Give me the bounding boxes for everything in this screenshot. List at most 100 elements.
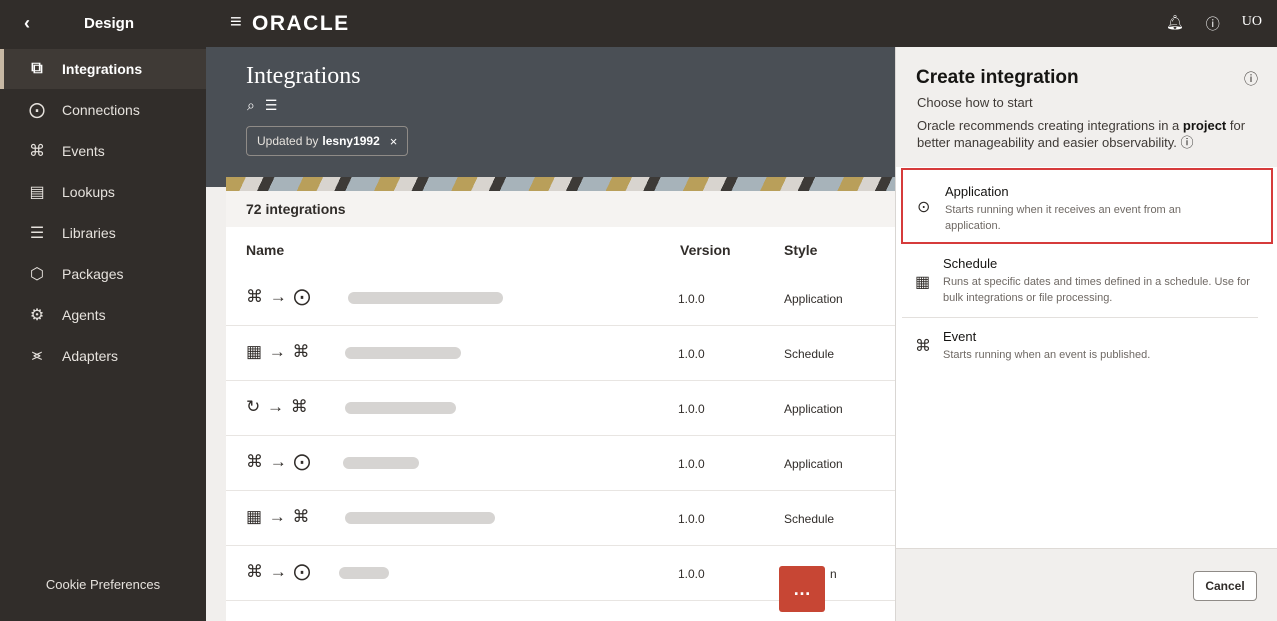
project-link[interactable]: project <box>1183 118 1226 133</box>
table-row[interactable]: ⌘ → ⨀ 1.0.0 Application <box>226 436 895 491</box>
sidebar-item-lookups[interactable]: ▤ Lookups <box>0 172 206 212</box>
connections-icon: ⨀ <box>29 102 45 119</box>
oracle-logo[interactable]: ORACLE <box>252 12 350 36</box>
hamburger-icon[interactable]: ≡ <box>230 11 242 34</box>
option-description: Starts running when it receives an event… <box>945 204 1182 232</box>
option-description: Runs at specific dates and times defined… <box>943 276 1250 304</box>
redacted-name <box>339 567 389 579</box>
sidebar-item-label: Packages <box>62 266 124 282</box>
page-header: Integrations ⌕ ☰ Updated by lesny1992 × <box>206 47 895 187</box>
event-to-app-pattern-icon: ⌘ → ⨀ <box>246 562 312 581</box>
integration-count: 72 integrations <box>226 191 895 227</box>
row-version: 1.0.0 <box>678 347 705 361</box>
app-to-event-pattern-icon: ↻ → ⌘ <box>246 397 309 416</box>
redacted-name <box>345 512 495 524</box>
sidebar-item-label: Connections <box>62 102 140 118</box>
integrations-page: Integrations ⌕ ☰ Updated by lesny1992 × … <box>206 47 895 621</box>
help-circle-icon[interactable]: ⓘ <box>1206 14 1220 34</box>
drawer-header: Create integration ⓘ Choose how to start… <box>896 47 1277 167</box>
packages-icon: ⬡ <box>30 266 44 283</box>
integrations-table: 72 integrations Name Version Style ⌘ → ⨀… <box>226 191 895 621</box>
row-style: Application <box>784 292 843 306</box>
filter-chip[interactable]: Updated by lesny1992 × <box>246 126 409 156</box>
agents-icon: ⚙ <box>29 307 45 324</box>
filter-icon[interactable]: ☰ <box>265 97 278 114</box>
application-trigger-icon: ⊙ <box>917 199 931 216</box>
sidebar-item-libraries[interactable]: ☰ Libraries <box>0 213 206 253</box>
divider <box>902 317 1258 318</box>
sidebar: ⧉ Integrations ⨀ Connections ⌘ Events ▤ … <box>0 47 206 621</box>
row-version: 1.0.0 <box>678 567 705 581</box>
filter-chip-value: lesny1992 <box>322 134 380 148</box>
chevron-left-icon[interactable]: ‹ <box>24 13 30 34</box>
row-style: n <box>830 567 837 581</box>
create-integration-drawer: Create integration ⓘ Choose how to start… <box>895 47 1277 621</box>
cookie-preferences-link[interactable]: Cookie Preferences <box>0 577 206 592</box>
help-circle-icon[interactable]: ⓘ <box>1244 69 1258 89</box>
table-row[interactable]: ▦ → ⌘ 1.0.0 Schedule <box>226 326 895 381</box>
top-right-actions: 🔔︎ ⓘ UO <box>1166 14 1262 34</box>
sidebar-item-packages[interactable]: ⬡ Packages <box>0 254 206 294</box>
row-style: Application <box>784 457 843 471</box>
table-row[interactable]: ⌘ → ⨀ 1.0.0 Application <box>226 271 895 326</box>
table-row[interactable]: ▦ → ⌘ 1.0.0 Schedule <box>226 491 895 546</box>
row-style: Application <box>784 402 843 416</box>
decorative-banner <box>226 177 895 191</box>
column-header-version[interactable]: Version <box>680 242 731 258</box>
sidebar-item-label: Libraries <box>62 225 116 241</box>
option-description: Starts running when an event is publishe… <box>943 349 1151 361</box>
redacted-name <box>343 457 419 469</box>
sidebar-item-events[interactable]: ⌘ Events <box>0 131 206 171</box>
sidebar-item-label: Lookups <box>62 184 115 200</box>
option-schedule[interactable]: ▦ Schedule Runs at specific dates and ti… <box>901 252 1273 314</box>
drawer-subtitle: Choose how to start <box>917 95 1033 110</box>
row-style: Schedule <box>784 512 835 526</box>
option-title: Schedule <box>943 256 998 271</box>
schedule-to-event-pattern-icon: ▦ → ⌘ <box>246 507 311 526</box>
option-title: Application <box>945 184 1009 199</box>
chat-assistant-button[interactable]: … <box>779 566 825 612</box>
sidebar-item-agents[interactable]: ⚙ Agents <box>0 295 206 335</box>
row-version: 1.0.0 <box>678 292 705 306</box>
column-header-name[interactable]: Name <box>246 242 284 258</box>
top-bar: ‹ Design ≡ ORACLE 🔔︎ ⓘ UO <box>0 0 1277 47</box>
integrations-icon: ⧉ <box>31 60 43 77</box>
option-event[interactable]: ⌘ Event Starts running when an event is … <box>901 323 1273 373</box>
row-version: 1.0.0 <box>678 512 705 526</box>
redacted-name <box>348 292 503 304</box>
event-icon: ⌘ <box>915 338 931 355</box>
event-to-app-pattern-icon: ⌘ → ⨀ <box>246 452 312 471</box>
search-icon[interactable]: ⌕ <box>247 97 255 114</box>
lookups-icon: ▤ <box>29 184 45 201</box>
recommendation-text: Oracle recommends creating integrations … <box>917 118 1180 133</box>
option-title: Event <box>943 329 977 344</box>
events-icon: ⌘ <box>29 143 45 160</box>
drawer-title: Create integration <box>916 67 1079 88</box>
sidebar-item-integrations[interactable]: ⧉ Integrations <box>0 49 206 89</box>
redacted-name <box>345 402 456 414</box>
filter-chip-prefix: Updated by <box>257 134 319 148</box>
sidebar-item-label: Agents <box>62 307 106 323</box>
row-version: 1.0.0 <box>678 457 705 471</box>
chat-icon: … <box>793 578 811 599</box>
help-circle-icon[interactable]: ⓘ <box>1181 135 1194 150</box>
user-avatar[interactable]: UO <box>1242 14 1262 34</box>
sidebar-item-label: Integrations <box>62 61 143 77</box>
drawer-recommendation: Oracle recommends creating integrations … <box>917 117 1262 151</box>
sidebar-item-label: Adapters <box>62 348 119 364</box>
sidebar-item-connections[interactable]: ⨀ Connections <box>0 90 206 130</box>
bell-icon[interactable]: 🔔︎ <box>1166 14 1184 34</box>
sidebar-item-adapters[interactable]: ⪤ Adapters <box>0 336 206 376</box>
page-title: Integrations <box>246 63 361 89</box>
option-application[interactable]: ⊙ Application Starts running when it rec… <box>901 168 1273 244</box>
cancel-button[interactable]: Cancel <box>1193 571 1257 601</box>
close-icon[interactable]: × <box>390 134 398 149</box>
table-row[interactable]: ↻ → ⌘ 1.0.0 Application <box>226 381 895 436</box>
row-style: Schedule <box>784 347 835 361</box>
row-version: 1.0.0 <box>678 402 705 416</box>
calendar-icon: ▦ <box>915 274 931 291</box>
column-header-style[interactable]: Style <box>784 242 817 258</box>
redacted-name <box>345 347 461 359</box>
schedule-to-event-pattern-icon: ▦ → ⌘ <box>246 342 311 361</box>
event-to-app-pattern-icon: ⌘ → ⨀ <box>246 287 312 306</box>
